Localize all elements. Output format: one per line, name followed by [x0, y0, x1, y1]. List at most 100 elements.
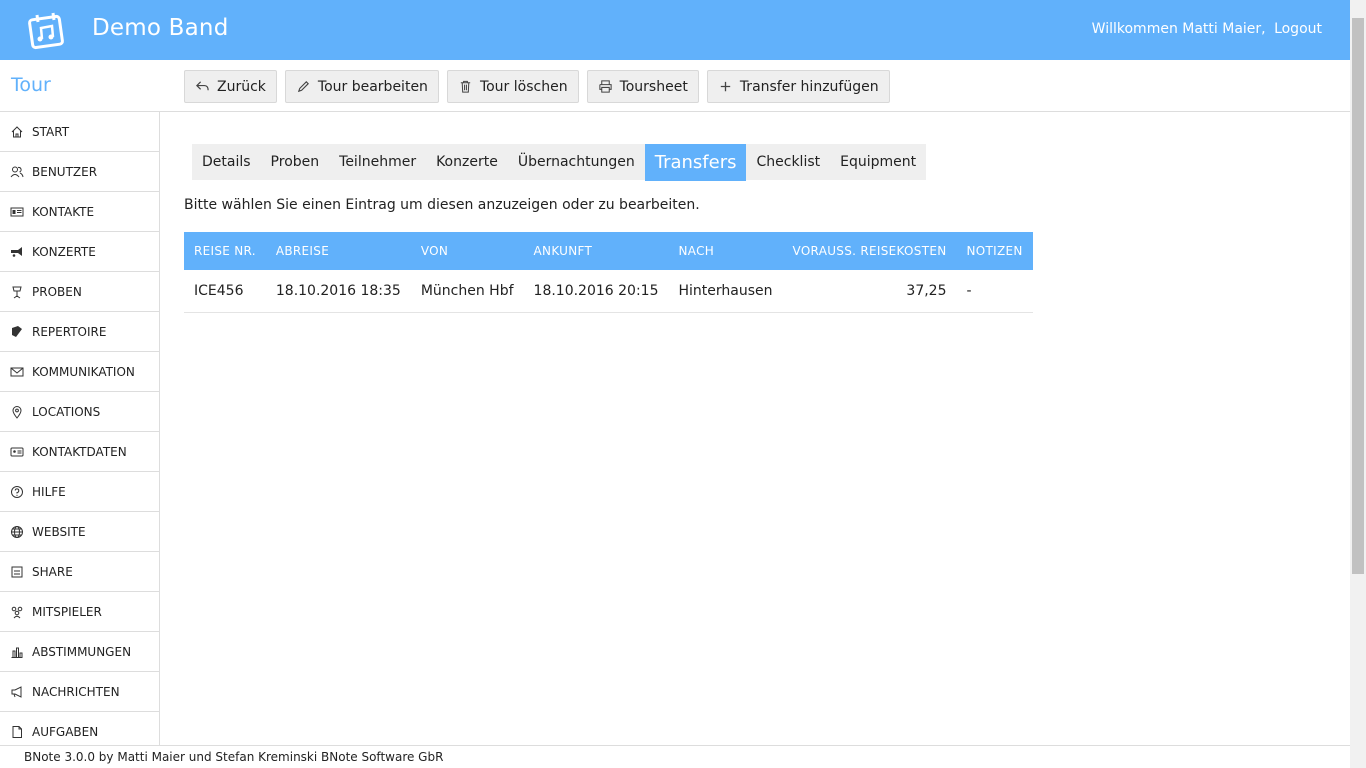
printer-icon	[598, 80, 612, 93]
tab-transfers[interactable]: Transfers	[644, 144, 747, 181]
plus-icon	[720, 81, 730, 92]
sidebar-item-label: KONZERTE	[32, 244, 96, 259]
cell-von: München Hbf	[410, 270, 524, 313]
toursheet-button[interactable]: Toursheet	[586, 70, 699, 103]
share-icon	[11, 566, 23, 577]
delete-tour-label: Tour löschen	[479, 78, 568, 95]
page-scrollbar[interactable]	[1350, 0, 1366, 768]
transfers-table: REISE NR. ABREISE VON ANKUNFT NACH VORAU…	[184, 232, 1033, 313]
sidebar-item-label: REPERTOIRE	[32, 324, 107, 339]
group-icon	[11, 606, 23, 618]
welcome-text: Willkommen Matti Maier, Logout	[1088, 21, 1322, 37]
back-arrow-icon	[196, 81, 209, 91]
id-card-icon	[10, 207, 24, 216]
tab-equipment[interactable]: Equipment	[830, 144, 926, 180]
pencil-icon	[297, 81, 309, 93]
sidebar-item-label: START	[32, 124, 70, 139]
envelope-icon	[10, 367, 24, 376]
section-title: Tour	[11, 74, 51, 96]
sidebar-item-label: AUFGABEN	[32, 724, 99, 739]
table-header-row: REISE NR. ABREISE VON ANKUNFT NACH VORAU…	[184, 232, 1033, 270]
task-icon	[12, 725, 22, 738]
sidebar-item-label: NACHRICHTEN	[32, 684, 120, 699]
sidebar-item-share[interactable]: SHARE	[0, 552, 159, 592]
band-name[interactable]: Demo Band	[92, 15, 229, 41]
back-button[interactable]: Zurück	[184, 70, 277, 103]
col-reise-nr[interactable]: REISE NR.	[184, 232, 266, 270]
toolbar: Zurück Tour bearbeiten Tour löschen Tour…	[184, 70, 890, 103]
sidebar-item-label: PROBEN	[32, 284, 82, 299]
edit-tour-button[interactable]: Tour bearbeiten	[284, 70, 439, 103]
cell-abreise: 18.10.2016 18:35	[265, 270, 411, 313]
sidebar-item-hilfe[interactable]: HILFE	[0, 472, 159, 512]
app-header: Demo Band Willkommen Matti Maier, Logout	[0, 0, 1350, 60]
sidebar-item-nachrichten[interactable]: NACHRICHTEN	[0, 672, 159, 712]
col-nach[interactable]: NACH	[668, 232, 783, 270]
sidebar-item-website[interactable]: WEBSITE	[0, 512, 159, 552]
sidebar-item-kommunikation[interactable]: KOMMUNIKATION	[0, 352, 159, 392]
table-row[interactable]: ICE456 18.10.2016 18:35 München Hbf 18.1…	[184, 270, 1033, 313]
cell-reise-nr: ICE456	[184, 270, 266, 313]
sidebar-item-label: BENUTZER	[32, 164, 98, 179]
sidebar-item-label: SHARE	[32, 564, 73, 579]
trash-icon	[460, 80, 471, 93]
tab-teilnehmer[interactable]: Teilnehmer	[329, 144, 426, 180]
cell-notizen: -	[956, 270, 1033, 313]
selection-hint: Bitte wählen Sie einen Eintrag um diesen…	[184, 197, 700, 213]
app-footer: BNote 3.0.0 by Matti Maier und Stefan Kr…	[0, 745, 1350, 768]
sidebar-item-konzerte[interactable]: KONZERTE	[0, 232, 159, 272]
sidebar-item-kontakte[interactable]: KONTAKTE	[0, 192, 159, 232]
home-icon	[11, 125, 23, 137]
contact-card-icon	[10, 447, 24, 456]
add-transfer-label: Transfer hinzufügen	[739, 78, 879, 95]
globe-icon	[11, 525, 23, 538]
sidebar-item-aufgaben[interactable]: AUFGABEN	[0, 712, 159, 745]
sidebar-item-label: KONTAKTDATEN	[32, 444, 127, 459]
footer-text: BNote 3.0.0 by Matti Maier und Stefan Kr…	[24, 750, 444, 764]
sub-header: Tour Zurück Tour bearbeiten Tour löschen…	[0, 60, 1350, 112]
map-pin-icon	[12, 405, 22, 419]
col-abreise[interactable]: ABREISE	[265, 232, 411, 270]
tour-tabs: Details Proben Teilnehmer Konzerte Übern…	[192, 144, 927, 181]
sidebar-item-repertoire[interactable]: REPERTOIRE	[0, 312, 159, 352]
sidebar-item-label: MITSPIELER	[32, 604, 102, 619]
cell-nach: Hinterhausen	[668, 270, 783, 313]
logout-link[interactable]: Logout	[1274, 21, 1322, 37]
tab-uebernachtungen[interactable]: Übernachtungen	[508, 144, 645, 180]
sidebar-item-abstimmungen[interactable]: ABSTIMMUNGEN	[0, 632, 159, 672]
sidebar-item-label: HILFE	[32, 484, 66, 499]
sidebar-item-label: KOMMUNIKATION	[32, 364, 135, 379]
sidebar-item-label: WEBSITE	[32, 524, 86, 539]
col-ankunft[interactable]: ANKUNFT	[523, 232, 669, 270]
col-notizen[interactable]: NOTIZEN	[956, 232, 1033, 270]
tab-konzerte[interactable]: Konzerte	[426, 144, 508, 180]
cell-ankunft: 18.10.2016 20:15	[523, 270, 669, 313]
book-icon	[12, 325, 22, 337]
main-content: Details Proben Teilnehmer Konzerte Übern…	[160, 112, 1350, 745]
sidebar-item-label: ABSTIMMUNGEN	[32, 644, 132, 659]
sidebar-item-kontaktdaten[interactable]: KONTAKTDATEN	[0, 432, 159, 472]
sidebar-item-mitspieler[interactable]: MITSPIELER	[0, 592, 159, 632]
sidebar-item-locations[interactable]: LOCATIONS	[0, 392, 159, 432]
tab-checklist[interactable]: Checklist	[746, 144, 830, 180]
scrollbar-thumb[interactable]	[1352, 18, 1364, 574]
welcome-label: Willkommen Matti Maier,	[1091, 21, 1266, 37]
sidebar-item-benutzer[interactable]: BENUTZER	[0, 152, 159, 192]
toursheet-label: Toursheet	[619, 78, 688, 95]
sidebar-item-label: KONTAKTE	[32, 204, 95, 219]
tab-details[interactable]: Details	[192, 144, 261, 180]
question-icon	[11, 485, 23, 498]
sidebar-item-proben[interactable]: PROBEN	[0, 272, 159, 312]
delete-tour-button[interactable]: Tour löschen	[446, 70, 579, 103]
users-icon	[10, 166, 24, 177]
add-transfer-button[interactable]: Transfer hinzufügen	[706, 70, 890, 103]
bnote-logo-icon[interactable]	[27, 12, 65, 50]
trumpet-icon	[11, 246, 22, 257]
music-stand-icon	[12, 286, 22, 298]
chart-icon	[11, 647, 23, 658]
col-von[interactable]: VON	[410, 232, 524, 270]
sidebar-item-start[interactable]: START	[0, 112, 159, 152]
cell-reisekosten: 37,25	[782, 270, 957, 313]
col-reisekosten[interactable]: VORAUSS. REISEKOSTEN	[782, 232, 957, 270]
tab-proben[interactable]: Proben	[261, 144, 330, 180]
